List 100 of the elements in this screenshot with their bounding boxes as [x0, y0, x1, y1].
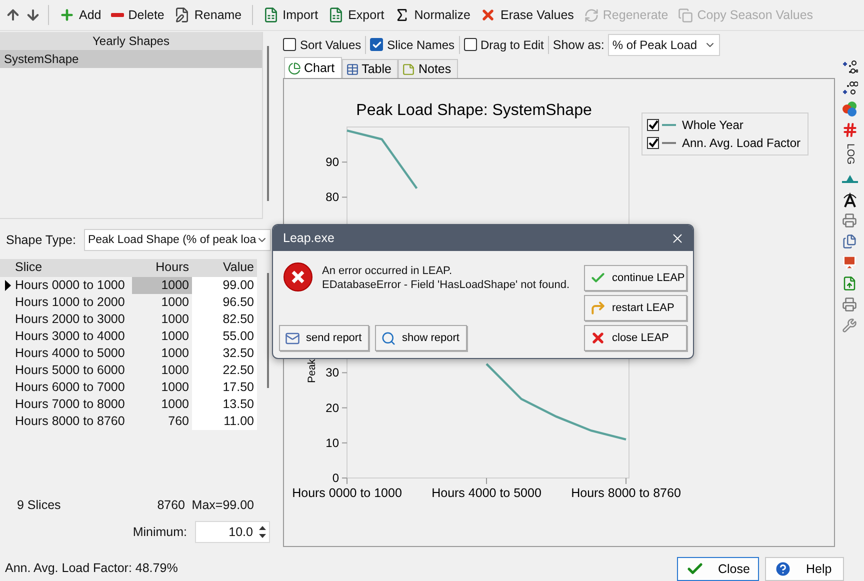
spreadsheet-icon: [328, 7, 344, 23]
toolbar-button[interactable]: Export: [324, 5, 388, 25]
table-cell-text: Hours 3000 to 4000: [14, 328, 126, 345]
table-cell[interactable]: 17.50: [192, 379, 257, 396]
font-icon[interactable]: [840, 191, 858, 208]
dialog-title: Leap.exe: [283, 231, 334, 245]
scrollbar[interactable]: [267, 46, 269, 201]
table-cell-text: Hours 6000 to 7000: [14, 379, 126, 396]
table-cell[interactable]: 1000: [132, 362, 192, 379]
curved-arrow-icon: [590, 300, 606, 316]
color-circles-icon[interactable]: [840, 100, 858, 117]
y-tick: 10: [326, 436, 348, 450]
toolbar-button[interactable]: Normalize: [390, 5, 474, 25]
table-cell[interactable]: 96.50: [192, 294, 257, 311]
report-button[interactable]: show report: [375, 325, 467, 351]
list-header: Yearly Shapes: [0, 32, 262, 50]
tab[interactable]: Notes: [398, 59, 458, 78]
dialog-button[interactable]: restart LEAP: [584, 295, 687, 321]
table-cell[interactable]: 22.50: [192, 362, 257, 379]
table-cell-text: Hours 8000 to 8760: [14, 413, 126, 430]
footer-button[interactable]: Help: [765, 557, 844, 581]
copy-document-icon[interactable]: [840, 233, 858, 250]
help-icon: [774, 560, 792, 578]
error-message: EDatabaseError - Field 'HasLoadShape' not found.: [322, 278, 570, 292]
toolbar-button[interactable]: Add: [55, 5, 106, 25]
scrollbar[interactable]: [267, 273, 269, 388]
y-tick: 80: [326, 190, 348, 204]
toolbar-button[interactable]: Import: [258, 5, 322, 25]
dialog-button[interactable]: continue LEAP: [584, 265, 687, 291]
minimum-spinner[interactable]: 10.0: [195, 521, 270, 543]
y-tick-label: 90: [326, 155, 340, 170]
y-tick-label: 30: [326, 366, 340, 380]
table-cell[interactable]: 32.50: [192, 345, 257, 362]
slice-count: 9 Slices: [16, 498, 62, 512]
y-tick-label: 20: [326, 400, 340, 415]
table-cell[interactable]: 1000: [132, 345, 192, 362]
report-button[interactable]: send report: [279, 325, 369, 351]
table-cell[interactable]: 55.00: [192, 328, 257, 345]
spreadsheet-icon: [262, 7, 279, 23]
table-cell[interactable]: 13.50: [192, 396, 257, 413]
tab[interactable]: Chart: [284, 57, 342, 78]
checkbox-label: Slice Names: [387, 38, 455, 52]
legend-checkbox[interactable]: [647, 137, 659, 149]
presentation-icon[interactable]: [840, 254, 858, 271]
printer-icon[interactable]: [840, 296, 858, 313]
show-as-dropdown[interactable]: % of Peak Load: [608, 34, 720, 56]
pie-chart-icon: [288, 62, 301, 74]
checkbox-label: Sort Values: [300, 38, 362, 52]
plus-icon: [59, 7, 75, 23]
legend-checkbox[interactable]: [647, 119, 659, 131]
search-icon: [381, 330, 396, 346]
toolbar-button[interactable]: Erase Values: [476, 5, 578, 25]
x-tick-label: Hours 0000 to 1000: [292, 486, 402, 500]
x-tick-label: Hours 4000 to 5000: [432, 486, 542, 500]
increase-decimals-icon[interactable]: [840, 58, 858, 75]
x-tick: Hours 8000 to 8760: [571, 478, 681, 500]
error-icon: [283, 262, 313, 292]
table-cell-text: Hours 4000 to 5000: [14, 345, 126, 362]
checkbox[interactable]: [464, 38, 477, 52]
toolbar-button[interactable]: Rename: [170, 5, 246, 25]
table-cell[interactable]: 1000: [132, 379, 192, 396]
table-cell[interactable]: 82.50: [192, 311, 257, 328]
table-cell[interactable]: 1000: [132, 311, 192, 328]
decrease-decimals-icon[interactable]: [840, 79, 858, 96]
x-icon: [480, 7, 496, 23]
column-header: Hours: [154, 259, 190, 276]
table-cell[interactable]: 1000: [132, 294, 192, 311]
checkbox[interactable]: [370, 38, 384, 52]
legend-label: Ann. Avg. Load Factor: [682, 136, 801, 150]
column-header: Slice: [14, 259, 44, 276]
table-cell-text: Hours 1000 to 2000: [14, 294, 126, 311]
list-item[interactable]: SystemShape: [0, 50, 262, 68]
tab[interactable]: Table: [342, 59, 398, 78]
table-cell[interactable]: 1000: [132, 396, 192, 413]
dialog-button[interactable]: close LEAP: [584, 325, 687, 351]
footer-button[interactable]: Close: [677, 557, 759, 581]
table-cell[interactable]: 99.00: [192, 277, 257, 294]
table-cell-text: Hours 5000 to 6000: [14, 362, 126, 379]
minus-icon: [111, 13, 124, 17]
y-tick: 0: [332, 471, 348, 485]
table-cell-text: Hours 0000 to 1000: [14, 277, 126, 294]
toolbar-button[interactable]: Delete: [107, 6, 168, 24]
shape-type-dropdown[interactable]: Peak Load Shape (% of peak loa: [84, 229, 272, 251]
table-cell[interactable]: 11.00: [192, 413, 257, 430]
y-tick-label: 10: [326, 436, 340, 450]
table-cell[interactable]: 1000: [132, 277, 192, 294]
checkbox-label: Drag to Edit: [480, 38, 544, 52]
copy-icon: [678, 8, 694, 22]
log-scale-button[interactable]: LOG: [840, 142, 858, 166]
wrench-icon[interactable]: [840, 317, 858, 334]
x-icon: [590, 330, 606, 346]
shape-type-label: Shape Type:: [6, 233, 76, 247]
x-tick: Hours 4000 to 5000: [432, 478, 542, 500]
printer-icon[interactable]: [840, 212, 858, 229]
table-cell[interactable]: 1000: [132, 328, 192, 345]
y-axis-label: Peak: [306, 359, 318, 383]
grid-icon[interactable]: [840, 121, 858, 138]
table-cell[interactable]: 760: [132, 413, 192, 430]
table-cell-text: Hours 2000 to 3000: [14, 311, 126, 328]
checkbox[interactable]: [283, 38, 296, 52]
